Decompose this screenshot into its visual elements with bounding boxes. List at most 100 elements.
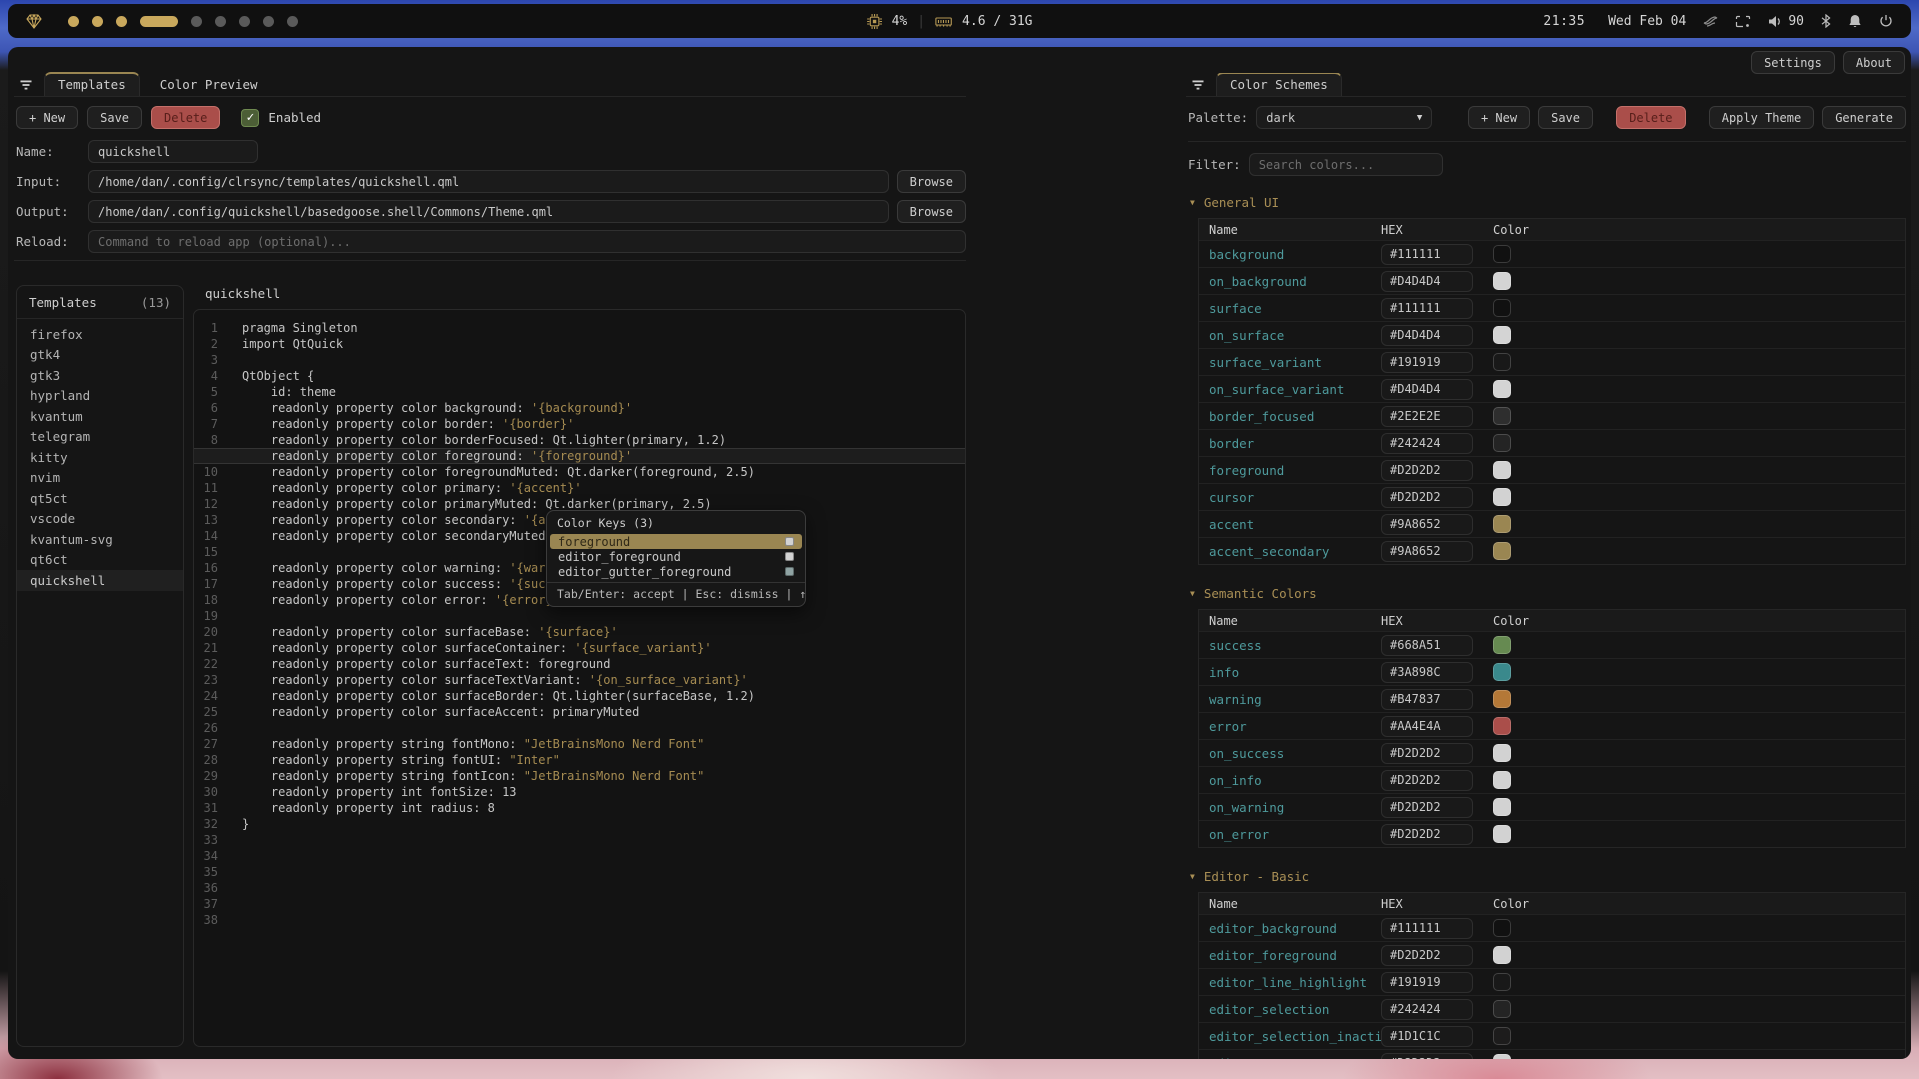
enabled-checkbox[interactable]: ✓ bbox=[241, 109, 259, 127]
color-swatch[interactable] bbox=[1493, 542, 1511, 560]
section-header[interactable]: ▼Semantic Colors bbox=[1190, 586, 1906, 601]
list-item[interactable]: qt5ct bbox=[17, 488, 183, 509]
workspace-empty[interactable] bbox=[239, 16, 250, 27]
color-swatch[interactable] bbox=[1493, 353, 1511, 371]
list-item[interactable]: gtk3 bbox=[17, 365, 183, 386]
color-search-input[interactable] bbox=[1249, 153, 1443, 176]
color-name[interactable]: surface bbox=[1209, 301, 1381, 316]
apply-theme-button[interactable]: Apply Theme bbox=[1709, 106, 1814, 129]
color-swatch[interactable] bbox=[1493, 771, 1511, 789]
color-name[interactable]: on_surface bbox=[1209, 328, 1381, 343]
color-name[interactable]: accent bbox=[1209, 517, 1381, 532]
wind-icon[interactable] bbox=[1703, 15, 1718, 28]
list-item[interactable]: vscode bbox=[17, 509, 183, 530]
color-name[interactable]: editor_foreground bbox=[1209, 948, 1381, 963]
output-path-input[interactable] bbox=[88, 200, 889, 223]
color-name[interactable]: editor_cursor bbox=[1209, 1056, 1381, 1060]
input-browse-button[interactable]: Browse bbox=[897, 170, 966, 193]
tab-color-schemes[interactable]: Color Schemes bbox=[1216, 73, 1342, 96]
list-item[interactable]: kitty bbox=[17, 447, 183, 468]
color-swatch[interactable] bbox=[1493, 663, 1511, 681]
workspace-empty[interactable] bbox=[215, 16, 226, 27]
color-swatch[interactable] bbox=[1493, 245, 1511, 263]
hex-input[interactable]: #111111 bbox=[1381, 918, 1473, 939]
list-item[interactable]: firefox bbox=[17, 324, 183, 345]
hex-input[interactable]: #D4D4D4 bbox=[1381, 325, 1473, 346]
section-header[interactable]: ▼General UI bbox=[1190, 195, 1906, 210]
color-name[interactable]: border_focused bbox=[1209, 409, 1381, 424]
bell-icon[interactable] bbox=[1848, 14, 1862, 28]
color-swatch[interactable] bbox=[1493, 434, 1511, 452]
color-name[interactable]: error bbox=[1209, 719, 1381, 734]
color-swatch[interactable] bbox=[1493, 1054, 1511, 1059]
hex-input[interactable]: #D2D2D2 bbox=[1381, 797, 1473, 818]
hex-input[interactable]: #D2D2D2 bbox=[1381, 824, 1473, 845]
color-swatch[interactable] bbox=[1493, 515, 1511, 533]
color-name[interactable]: background bbox=[1209, 247, 1381, 262]
hex-input[interactable]: #D2D2D2 bbox=[1381, 460, 1473, 481]
color-swatch[interactable] bbox=[1493, 825, 1511, 843]
color-swatch[interactable] bbox=[1493, 919, 1511, 937]
palette-delete-button[interactable]: Delete bbox=[1616, 106, 1685, 129]
color-swatch[interactable] bbox=[1493, 744, 1511, 762]
hex-input[interactable]: #D2D2D2 bbox=[1381, 487, 1473, 508]
color-name[interactable]: on_background bbox=[1209, 274, 1381, 289]
color-swatch[interactable] bbox=[1493, 299, 1511, 317]
color-name[interactable]: on_success bbox=[1209, 746, 1381, 761]
bluetooth-icon[interactable] bbox=[1821, 14, 1831, 28]
hex-input[interactable]: #3A898C bbox=[1381, 662, 1473, 683]
list-item[interactable]: kvantum bbox=[17, 406, 183, 427]
template-save-button[interactable]: Save bbox=[87, 106, 142, 129]
gem-logo-icon[interactable] bbox=[26, 14, 42, 29]
hex-input[interactable]: #191919 bbox=[1381, 972, 1473, 993]
output-browse-button[interactable]: Browse bbox=[897, 200, 966, 223]
color-swatch[interactable] bbox=[1493, 272, 1511, 290]
collapse-triangle-icon[interactable]: ▼ bbox=[1190, 198, 1195, 207]
popup-item-editor_foreground[interactable]: editor_foreground bbox=[550, 549, 802, 564]
color-name[interactable]: editor_selection bbox=[1209, 1002, 1381, 1017]
color-name[interactable]: on_warning bbox=[1209, 800, 1381, 815]
workspace-occupied[interactable] bbox=[68, 16, 79, 27]
hex-input[interactable]: #242424 bbox=[1381, 999, 1473, 1020]
name-input[interactable] bbox=[88, 140, 258, 163]
hex-input[interactable]: #668A51 bbox=[1381, 635, 1473, 656]
color-name[interactable]: border bbox=[1209, 436, 1381, 451]
color-name[interactable]: editor_line_highlight bbox=[1209, 975, 1381, 990]
workspace-empty[interactable] bbox=[191, 16, 202, 27]
color-swatch[interactable] bbox=[1493, 380, 1511, 398]
color-swatch[interactable] bbox=[1493, 717, 1511, 735]
template-new-button[interactable]: + New bbox=[16, 106, 78, 129]
color-swatch[interactable] bbox=[1493, 690, 1511, 708]
color-name[interactable]: on_surface_variant bbox=[1209, 382, 1381, 397]
list-item[interactable]: hyprland bbox=[17, 386, 183, 407]
reload-command-input[interactable] bbox=[88, 230, 966, 253]
workspace-empty[interactable] bbox=[263, 16, 274, 27]
color-swatch[interactable] bbox=[1493, 488, 1511, 506]
workspace-active[interactable] bbox=[140, 16, 178, 27]
hex-input[interactable]: #9A8652 bbox=[1381, 514, 1473, 535]
tab-templates[interactable]: Templates bbox=[44, 72, 140, 96]
power-icon[interactable] bbox=[1879, 14, 1893, 28]
tab-color-preview[interactable]: Color Preview bbox=[146, 73, 272, 96]
color-swatch[interactable] bbox=[1493, 946, 1511, 964]
color-name[interactable]: surface_variant bbox=[1209, 355, 1381, 370]
template-delete-button[interactable]: Delete bbox=[151, 106, 220, 129]
color-swatch[interactable] bbox=[1493, 461, 1511, 479]
hex-input[interactable]: #9A8652 bbox=[1381, 541, 1473, 562]
color-swatch[interactable] bbox=[1493, 798, 1511, 816]
hex-input[interactable]: #1D1C1C bbox=[1381, 1026, 1473, 1047]
settings-button[interactable]: Settings bbox=[1751, 51, 1835, 74]
hex-input[interactable]: #191919 bbox=[1381, 352, 1473, 373]
hex-input[interactable]: #D2D2D2 bbox=[1381, 770, 1473, 791]
color-name[interactable]: success bbox=[1209, 638, 1381, 653]
code-editor[interactable]: 1pragma Singleton2import QtQuick34QtObje… bbox=[193, 309, 966, 1047]
hex-input[interactable]: #2E2E2E bbox=[1381, 406, 1473, 427]
color-swatch[interactable] bbox=[1493, 326, 1511, 344]
workspace-empty[interactable] bbox=[287, 16, 298, 27]
hex-input[interactable]: #D2D2D2 bbox=[1381, 1053, 1473, 1060]
workspace-occupied[interactable] bbox=[92, 16, 103, 27]
list-item[interactable]: telegram bbox=[17, 427, 183, 448]
list-item[interactable]: kvantum-svg bbox=[17, 529, 183, 550]
color-name[interactable]: accent_secondary bbox=[1209, 544, 1381, 559]
collapse-triangle-icon[interactable]: ▼ bbox=[1190, 589, 1195, 598]
